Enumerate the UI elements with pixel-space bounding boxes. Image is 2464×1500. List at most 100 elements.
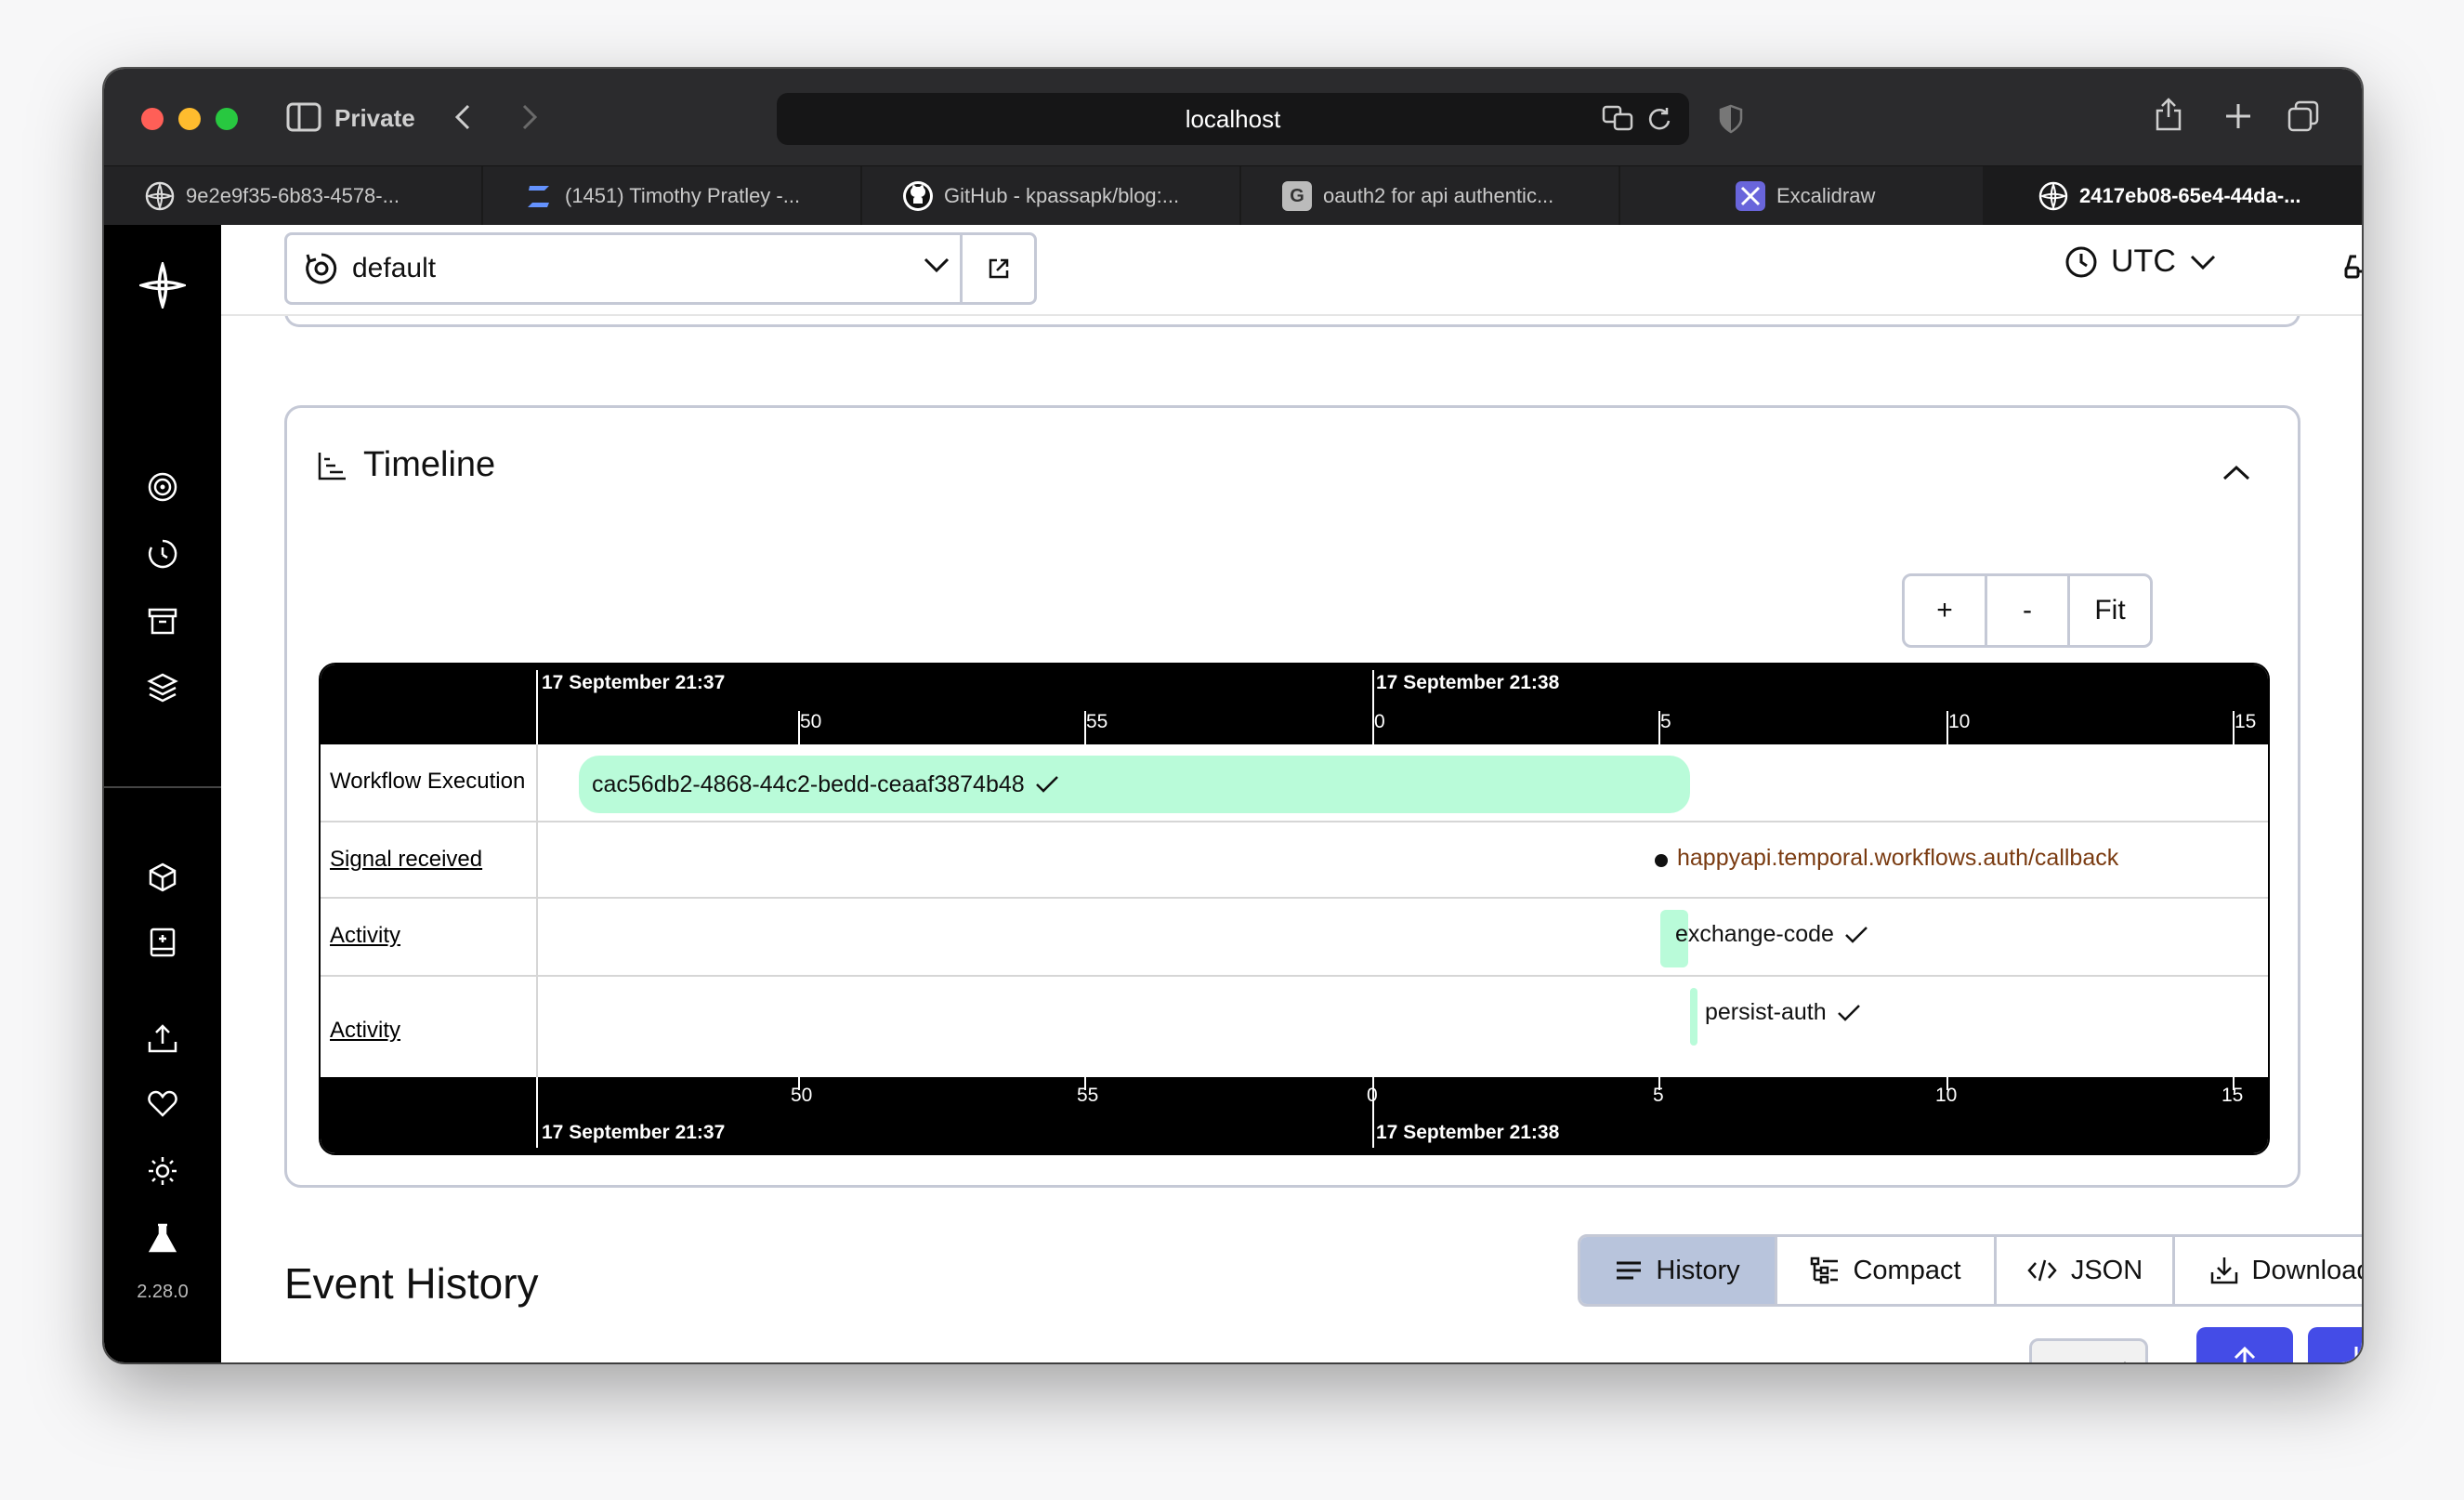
zoom-in-button[interactable]: + [1905,576,1987,645]
browser-tab[interactable]: (1451) Timothy Pratley -... [483,166,862,226]
timeline-row: Signal received happyapi.temporal.workfl… [321,822,2268,899]
chart-icon [317,450,348,481]
tab-title: 9e2e9f35-6b83-4578-... [186,184,400,207]
share-icon[interactable] [2154,97,2183,132]
schedules-icon[interactable] [144,535,181,572]
reload-icon[interactable] [1646,106,1672,132]
signal-name[interactable]: happyapi.temporal.workflows.auth/callbac… [1677,845,2118,872]
axis-tick-label: 5 [1660,711,1671,732]
docs-icon[interactable] [144,924,181,961]
json-view-button[interactable]: JSON [1997,1237,2175,1304]
tab-title: GitHub - kpassapk/blog:... [944,184,1180,207]
axis-tick-label: 0 [1374,711,1385,732]
heart-icon[interactable] [144,1086,181,1123]
maximize-window-button[interactable] [216,108,238,130]
zoom-controls: + - Fit [1902,573,2153,648]
compact-view-button[interactable]: Compact [1777,1237,1997,1304]
temporal-app: 2.28.0 default UTC Timeline + - Fit 17 S… [104,225,2362,1362]
history-view-button[interactable]: History [1580,1237,1777,1304]
select-arrows-icon [2117,1360,2132,1362]
row-label: Workflow Execution [330,769,526,794]
timezone-select[interactable]: UTC [2064,243,2217,280]
temporal-icon [2038,181,2068,211]
event-history-title: Event History [284,1259,539,1308]
close-window-button[interactable] [141,108,164,130]
timeline-chart: 17 September 21:37 17 September 21:38 5 0… [319,663,2270,1155]
download-button[interactable]: Download [2175,1237,2362,1304]
scroll-down-button[interactable] [2308,1327,2362,1362]
compact-view-label: Compact [1853,1255,1961,1285]
chevron-down-icon [923,256,950,274]
browser-tab-active[interactable]: 2417eb08-65e4-44da-... [1983,166,2362,226]
activity-label[interactable]: persist-auth [1705,999,1862,1026]
fit-button[interactable]: Fit [2070,576,2150,645]
browser-tab[interactable]: Excalidraw [1620,166,1999,226]
sidebar-toggle-icon[interactable] [286,102,321,132]
workflows-icon[interactable] [144,468,181,506]
tab-overview-icon[interactable] [2287,100,2319,132]
cube-icon[interactable] [144,859,181,896]
arrow-up-icon [2233,1345,2257,1362]
signal-received-link[interactable]: Signal received [330,847,482,873]
json-view-label: JSON [2070,1255,2143,1285]
timeline-axis-top: 17 September 21:37 17 September 21:38 5 0… [321,664,2268,744]
axis-date-label: 17 September 21:38 [1376,672,1560,693]
labs-flask-icon[interactable] [144,1219,181,1257]
new-tab-icon[interactable] [2224,102,2252,130]
arrow-down-icon [2344,1345,2362,1362]
temporal-logo-icon[interactable] [139,262,186,309]
page-size-select[interactable]: 100 [2029,1338,2148,1362]
history-view-label: History [1656,1255,1740,1285]
shield-icon[interactable] [1719,104,1743,134]
checkmark-icon [1034,774,1060,795]
activity-link[interactable]: Activity [330,923,400,949]
timeline-header[interactable]: Timeline [317,445,495,485]
private-label: Private [334,104,415,132]
open-namespace-external-icon[interactable] [960,235,1034,302]
sidebar-divider [104,786,221,788]
translate-icon[interactable] [1602,104,1635,132]
chevron-up-icon[interactable] [2222,464,2251,482]
axis-tick-label: 10 [1948,711,1971,732]
namespaces-icon[interactable] [144,669,181,706]
browser-window: Private localhost 9e2e9f35-6b83-4578-...… [104,69,2362,1362]
sun-icon[interactable] [144,1152,181,1190]
axis-date-label: 17 September 21:38 [1376,1122,1560,1143]
archive-icon[interactable] [144,602,181,639]
workflow-execution-bar[interactable]: cac56db2-4868-44c2-bedd-ceaaf3874b48 [579,756,1690,813]
axis-date-label: 17 September 21:37 [542,672,726,693]
checkmark-icon [1836,1003,1862,1023]
url-text: localhost [1185,105,1281,133]
minimize-window-button[interactable] [178,108,201,130]
axis-tick-label: 0 [1367,1085,1378,1106]
activity-name: persist-auth [1705,999,1827,1025]
compact-tree-icon [1810,1257,1840,1284]
forward-icon[interactable] [520,102,539,132]
upload-icon[interactable] [144,1020,181,1058]
browser-tab[interactable]: GitHub - kpassapk/blog:... [862,166,1241,226]
activity-link[interactable]: Activity [330,1018,400,1044]
download-label: Download [2251,1255,2363,1285]
activity-bar[interactable] [1690,988,1697,1046]
back-icon[interactable] [453,102,472,132]
signal-event-marker[interactable] [1655,854,1668,867]
address-bar[interactable]: localhost [777,93,1689,145]
timeline-row: Activity persist-auth [321,977,2268,1081]
tab-title: Excalidraw [1776,184,1876,207]
timeline-card: Timeline + - Fit 17 September 21:37 17 S… [284,405,2300,1188]
sidebar: 2.28.0 [104,225,221,1362]
axis-major-line [536,670,538,744]
activity-label[interactable]: exchange-code [1675,921,1869,948]
namespace-value: default [352,253,437,283]
scroll-up-button[interactable] [2196,1327,2293,1362]
axis-tick-label: 55 [1086,711,1108,732]
timeline-title: Timeline [363,445,496,484]
data-encoder-glasses-icon[interactable] [2343,253,2362,281]
namespace-select[interactable]: default [284,232,1037,305]
zoom-out-button[interactable]: - [1987,576,2070,645]
browser-tab[interactable]: 9e2e9f35-6b83-4578-... [104,166,483,226]
timeline-axis-bottom: 17 September 21:37 17 September 21:38 50… [321,1077,2268,1153]
browser-tab[interactable]: G oauth2 for api authentic... [1241,166,1620,226]
chevron-down-icon [2189,253,2217,271]
github-icon [903,181,933,211]
